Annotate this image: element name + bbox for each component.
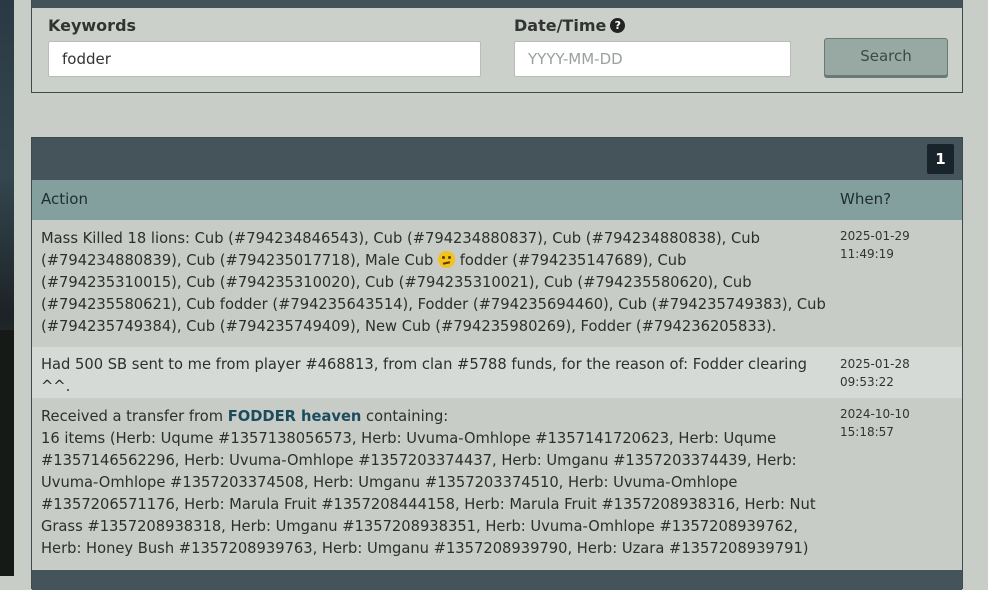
search-panel: Keywords Date/Time? fodder YYYY-MM-DD Se…	[31, 0, 963, 93]
main-content: Keywords Date/Time? fodder YYYY-MM-DD Se…	[14, 0, 988, 590]
date-label: Date/Time?	[514, 16, 626, 35]
table-row: Received a transfer from FODDER heaven c…	[32, 398, 962, 570]
help-icon[interactable]: ?	[610, 18, 626, 33]
results-footer-bar	[32, 570, 962, 590]
results-table: 1 Action When? Mass Killed 18 lions: Cub…	[31, 137, 963, 590]
row-timestamp: 2025-01-29 11:49:19	[840, 228, 950, 263]
search-button[interactable]: Search	[824, 38, 948, 76]
clan-link[interactable]: FODDER heaven	[228, 408, 362, 425]
worried-face-emoji-icon	[438, 251, 456, 268]
table-row: Mass Killed 18 lions: Cub (#794234846543…	[32, 220, 962, 347]
date-input[interactable]: YYYY-MM-DD	[514, 41, 791, 77]
results-header: 1	[32, 138, 962, 180]
row-date: 2025-01-28	[840, 357, 910, 371]
page-number-badge[interactable]: 1	[927, 144, 954, 174]
column-action: Action	[41, 190, 88, 208]
date-label-text: Date/Time	[514, 16, 607, 35]
row-time: 09:53:22	[840, 374, 894, 389]
row-action-text: Mass Killed 18 lions: Cub (#794234846543…	[41, 228, 827, 338]
row-action-prefix: Received a transfer from	[41, 408, 224, 425]
background-scenery	[0, 0, 14, 576]
row-time: 11:49:19	[840, 246, 894, 261]
search-panel-topbar	[32, 0, 962, 8]
keywords-input[interactable]: fodder	[48, 41, 481, 77]
row-date: 2025-01-29	[840, 229, 910, 243]
row-items-list: 16 items (Herb: Uqume #1357138056573, He…	[41, 430, 816, 557]
row-timestamp: 2024-10-10 15:18:57	[840, 406, 950, 441]
column-when: When?	[840, 190, 892, 208]
row-action-text: Received a transfer from FODDER heaven c…	[41, 406, 827, 560]
row-action-text: Had 500 SB sent to me from player #46881…	[41, 356, 807, 395]
keywords-label: Keywords	[48, 16, 137, 35]
table-row: Had 500 SB sent to me from player #46881…	[32, 347, 962, 398]
row-timestamp: 2025-01-28 09:53:22	[840, 356, 950, 391]
row-date: 2024-10-10	[840, 407, 910, 421]
row-time: 15:18:57	[840, 424, 894, 439]
row-action-suffix: containing:	[366, 408, 449, 425]
tree-silhouette	[0, 330, 14, 576]
column-header-row: Action When?	[32, 180, 962, 220]
